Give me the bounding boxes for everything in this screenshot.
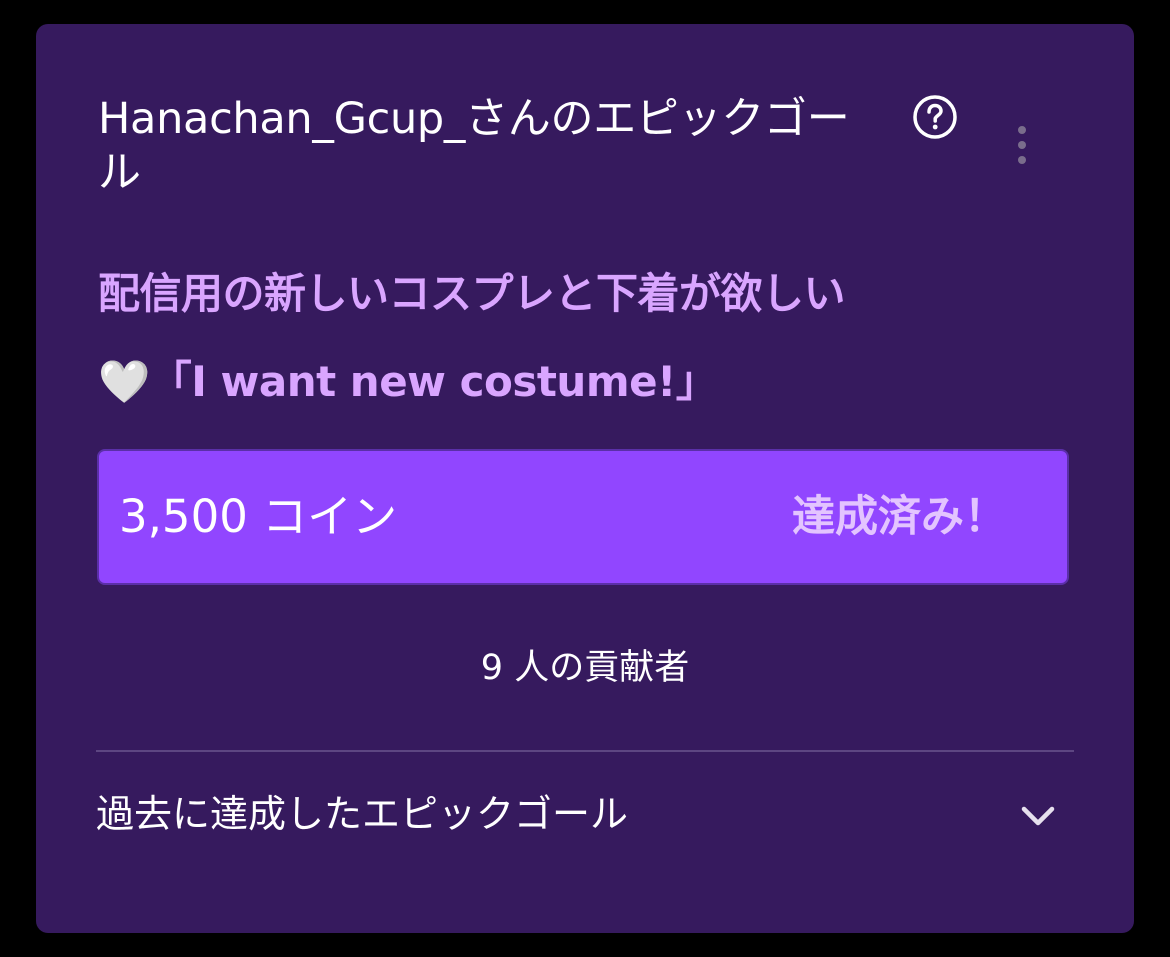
chevron-down-icon <box>1021 806 1055 826</box>
help-icon[interactable] <box>912 94 958 140</box>
goal-description: 配信用の新しいコスプレと下着が欲しい 🤍「I want new costume!… <box>98 250 1088 426</box>
goal-description-line2: 「I want new costume!」 <box>149 357 718 406</box>
past-epic-goals-toggle[interactable]: 過去に達成したエピックゴール <box>96 782 1074 846</box>
question-circle-icon <box>913 95 957 139</box>
past-epic-goals-label: 過去に達成したエピックゴール <box>96 792 629 836</box>
vertical-ellipsis-icon <box>1018 126 1026 164</box>
goal-progress-bar[interactable]: 3,500 コイン 達成済み！ <box>97 449 1069 585</box>
more-options-button[interactable] <box>1012 124 1032 168</box>
goal-achieved-status: 達成済み！ <box>792 492 1007 542</box>
goal-coin-amount: 3,500 コイン <box>119 490 398 543</box>
goal-title: Hanachan_Gcup_さんのエピックゴール <box>98 94 850 198</box>
goal-description-line1: 配信用の新しいコスプレと下着が欲しい <box>98 269 846 318</box>
divider <box>96 750 1074 752</box>
contributors-count: 9 人の貢献者 <box>480 648 690 688</box>
white-heart-icon: 🤍 <box>98 357 150 406</box>
epic-goal-card: Hanachan_Gcup_さんのエピックゴール 配信用の新しいコスプレと下着が… <box>36 24 1134 933</box>
